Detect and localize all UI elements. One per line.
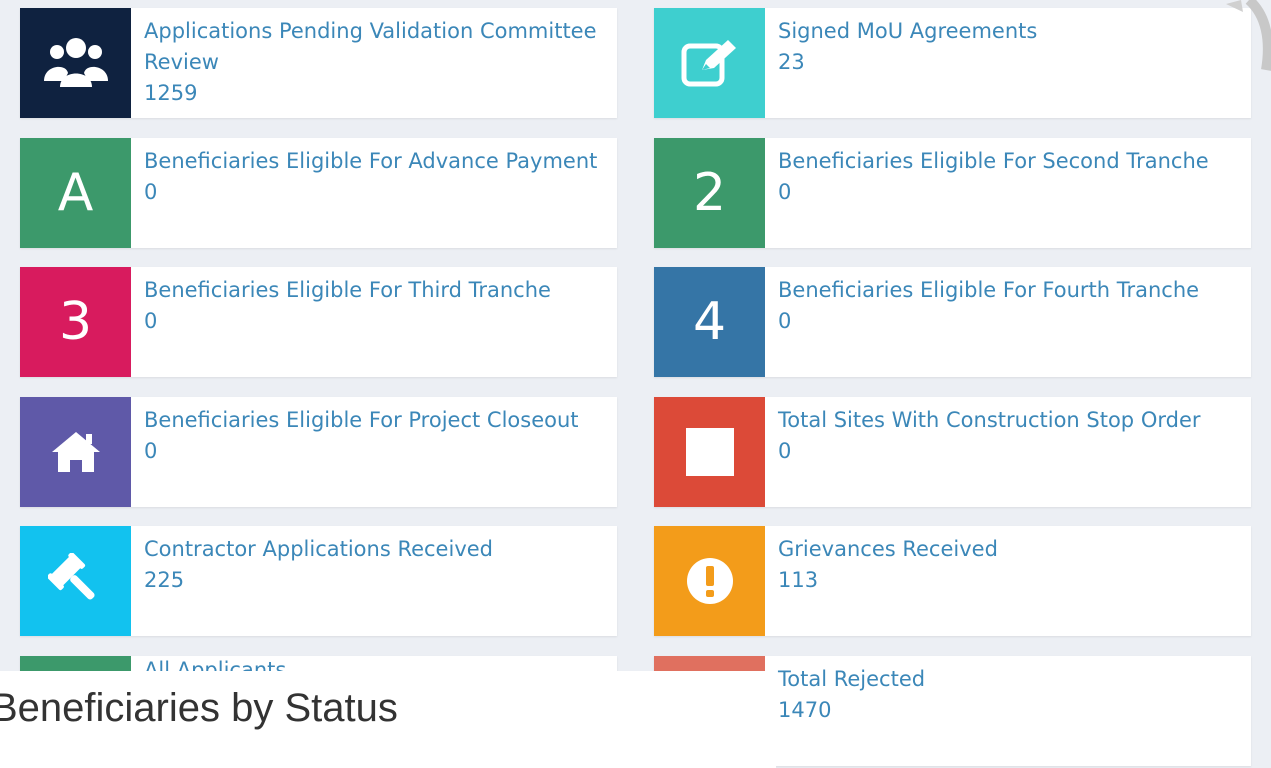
number-2-icon: 2 xyxy=(654,138,765,248)
card-count: 0 xyxy=(144,180,158,204)
partial-card-label: All Applicants xyxy=(144,660,286,671)
number-4-icon: 4 xyxy=(654,267,765,377)
card-grievances[interactable]: Grievances Received 113 xyxy=(654,526,1251,636)
edit-icon xyxy=(654,8,765,118)
card-third-tranche[interactable]: 3 Beneficiaries Eligible For Third Tranc… xyxy=(20,267,617,377)
card-count: 0 xyxy=(144,439,158,463)
card-label[interactable]: Applications Pending Validation Committe… xyxy=(144,16,601,78)
icon-text: 2 xyxy=(692,163,727,223)
corner-decoration xyxy=(1131,0,1271,100)
icon-text: A xyxy=(57,163,94,223)
card-second-tranche[interactable]: 2 Beneficiaries Eligible For Second Tran… xyxy=(654,138,1251,248)
number-3-icon: 3 xyxy=(20,267,131,377)
card-label[interactable]: Total Rejected xyxy=(778,664,1235,695)
card-stop-order[interactable]: Total Sites With Construction Stop Order… xyxy=(654,397,1251,507)
icon-text: 4 xyxy=(692,292,727,352)
card-label[interactable]: Contractor Applications Received xyxy=(144,534,601,565)
card-count: 0 xyxy=(144,309,158,333)
card-count: 225 xyxy=(144,568,185,592)
card-contractor-applications[interactable]: Contractor Applications Received 225 xyxy=(20,526,617,636)
card-label[interactable]: Beneficiaries Eligible For Advance Payme… xyxy=(144,146,601,177)
section-title: Beneficiaries by Status xyxy=(0,686,398,730)
card-label[interactable]: Beneficiaries Eligible For Fourth Tranch… xyxy=(778,275,1235,306)
card-count: 113 xyxy=(778,568,819,592)
card-label[interactable]: Beneficiaries Eligible For Project Close… xyxy=(144,405,601,436)
card-count: 1259 xyxy=(144,81,198,105)
card-count: 0 xyxy=(778,309,792,333)
card-pending-validation[interactable]: Applications Pending Validation Committe… xyxy=(20,8,617,118)
gavel-icon xyxy=(20,526,131,636)
card-count: 0 xyxy=(778,180,792,204)
card-advance-payment[interactable]: A Beneficiaries Eligible For Advance Pay… xyxy=(20,138,617,248)
card-label[interactable]: Grievances Received xyxy=(778,534,1235,565)
icon-text: 3 xyxy=(58,292,93,352)
card-project-closeout[interactable]: Beneficiaries Eligible For Project Close… xyxy=(20,397,617,507)
card-fourth-tranche[interactable]: 4 Beneficiaries Eligible For Fourth Tran… xyxy=(654,267,1251,377)
card-label[interactable]: Beneficiaries Eligible For Second Tranch… xyxy=(778,146,1235,177)
card-label[interactable]: Beneficiaries Eligible For Third Tranche xyxy=(144,275,601,306)
home-icon xyxy=(20,397,131,507)
stop-icon xyxy=(654,397,765,507)
card-count: 0 xyxy=(778,439,792,463)
users-icon xyxy=(20,8,131,118)
card-label[interactable]: Total Sites With Construction Stop Order xyxy=(778,405,1235,436)
letter-a-icon: A xyxy=(20,138,131,248)
card-count: 1470 xyxy=(778,698,832,722)
exclamation-icon xyxy=(654,526,765,636)
